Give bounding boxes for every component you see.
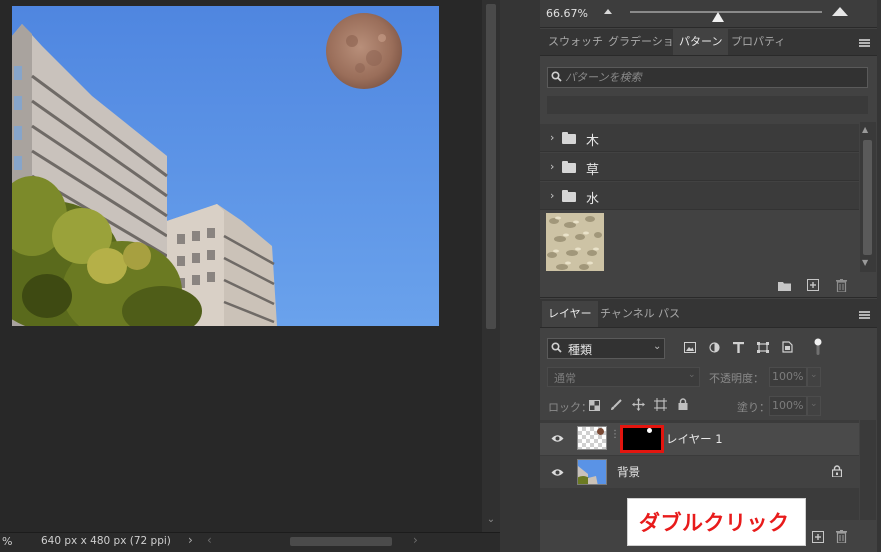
tab-patterns[interactable]: パターン xyxy=(673,29,729,55)
patterns-panel-menu-icon[interactable] xyxy=(859,39,870,47)
window-bottom-edge xyxy=(0,552,881,557)
fill-value[interactable]: 100% xyxy=(772,399,803,412)
chevron-right-icon[interactable]: › xyxy=(550,131,554,144)
fill-label: 塗り： xyxy=(737,401,770,414)
folder-icon xyxy=(562,161,576,173)
folder-name: 木 xyxy=(586,134,600,149)
lock-all-icon[interactable] xyxy=(678,398,688,410)
pattern-folder-wood[interactable]: › 木 xyxy=(540,124,859,152)
annotation-double-click-text: ダブルクリック xyxy=(639,511,790,535)
opacity-label: 不透明度： xyxy=(709,372,764,385)
search-icon xyxy=(551,71,562,82)
status-zoom[interactable]: % xyxy=(2,535,12,548)
folder-name: 水 xyxy=(586,192,600,207)
zoom-slider-handle[interactable] xyxy=(712,12,724,22)
panel-edge xyxy=(877,0,881,552)
document-image[interactable] xyxy=(12,6,439,326)
layers-list-scrollbar[interactable] xyxy=(860,420,876,520)
filter-toggle-switch-icon[interactable] xyxy=(814,338,822,355)
search-icon xyxy=(551,342,562,353)
lock-artboard-icon[interactable] xyxy=(654,398,667,411)
background-layer-thumbnail[interactable] xyxy=(577,459,607,485)
chevron-right-icon[interactable]: › xyxy=(550,189,554,202)
chevron-down-icon[interactable]: ⌄ xyxy=(810,399,818,409)
tab-layers[interactable]: レイヤー xyxy=(542,301,598,327)
zoom-slider-track[interactable] xyxy=(630,11,822,13)
layer-name[interactable]: レイヤー 1 xyxy=(666,431,723,447)
scroll-left-icon[interactable]: ‹ xyxy=(207,533,212,547)
lock-position-move-icon[interactable] xyxy=(632,398,645,411)
navigator-zoom-value[interactable]: 66.67% xyxy=(546,7,588,20)
canvas-horizontal-scroll-thumb[interactable] xyxy=(290,537,392,546)
canvas-vertical-scroll-thumb[interactable] xyxy=(486,4,496,329)
eye-visibility-icon[interactable] xyxy=(551,434,564,443)
patterns-panel-footer xyxy=(540,274,877,298)
eye-visibility-icon[interactable] xyxy=(551,468,564,477)
tab-properties[interactable]: プロパティ xyxy=(725,29,791,55)
pattern-recent-strip xyxy=(547,96,868,114)
adjustment-layer-filter-icon[interactable] xyxy=(709,342,720,353)
folder-icon xyxy=(562,132,576,144)
background-thumbnail-graphic xyxy=(578,460,606,484)
mask-link-chain-icon[interactable]: ⋮ xyxy=(610,429,620,440)
zoom-out-mountain-icon[interactable] xyxy=(604,9,612,14)
pattern-folder-grass[interactable]: › 草 xyxy=(540,153,859,181)
layer-name[interactable]: 背景 xyxy=(617,464,640,480)
folder-name: 草 xyxy=(586,163,600,178)
new-layer-plus-icon[interactable] xyxy=(812,531,824,543)
pattern-folder-list: › 木 › 草 › 水 xyxy=(540,122,859,210)
document-size-info: 640 px x 480 px (72 ppi) xyxy=(41,535,171,547)
pattern-search-input[interactable] xyxy=(565,68,865,87)
chevron-right-icon[interactable]: › xyxy=(550,160,554,173)
scroll-right-icon[interactable]: › xyxy=(413,533,418,547)
tab-paths[interactable]: パス xyxy=(652,301,686,327)
layers-panel-menu-icon[interactable] xyxy=(859,311,870,319)
scroll-down-icon[interactable]: ▼ xyxy=(862,258,868,267)
smart-object-filter-icon[interactable] xyxy=(782,341,793,353)
new-pattern-plus-icon[interactable] xyxy=(807,279,819,291)
trash-icon[interactable] xyxy=(836,279,847,292)
scroll-down-icon[interactable]: ⌄ xyxy=(484,514,498,528)
layer-mask-thumbnail-dot xyxy=(647,428,652,433)
layer-filter-label: 種類 xyxy=(568,343,593,357)
opacity-value[interactable]: 100% xyxy=(772,370,803,383)
pattern-folder-water[interactable]: › 水 xyxy=(540,182,859,210)
panel-gap xyxy=(500,0,540,552)
trash-icon[interactable] xyxy=(836,530,847,543)
chevron-down-icon[interactable]: ⌄ xyxy=(810,370,818,380)
chevron-down-icon[interactable]: ⌄ xyxy=(688,370,696,380)
pixel-layer-filter-icon[interactable] xyxy=(684,342,696,353)
lock-transparent-pixels-icon[interactable] xyxy=(589,400,600,411)
navigator-zoom-row xyxy=(540,0,877,28)
blend-mode-value: 通常 xyxy=(554,372,576,385)
pattern-swatch-texture[interactable] xyxy=(546,213,604,271)
folder-icon xyxy=(562,190,576,202)
type-layer-filter-icon[interactable] xyxy=(733,342,744,353)
background-lock-icon[interactable] xyxy=(832,465,842,477)
layer-1-thumbnail-moon xyxy=(597,428,604,435)
scroll-up-icon[interactable]: ▲ xyxy=(862,125,868,134)
tab-swatches[interactable]: スウォッチ xyxy=(542,29,609,55)
photo-scene xyxy=(12,6,439,326)
pattern-list-scroll-thumb[interactable] xyxy=(863,140,872,255)
shape-layer-filter-icon[interactable] xyxy=(757,342,769,353)
zoom-in-mountain-icon[interactable] xyxy=(832,7,848,16)
layer-filter-select[interactable] xyxy=(547,338,665,359)
new-group-folder-icon[interactable] xyxy=(778,280,791,291)
texture-pattern-graphic xyxy=(546,213,604,271)
tab-channels[interactable]: チャンネル xyxy=(594,301,661,327)
patterns-panel-tabs: スウォッチ グラデーション パターン プロパティ xyxy=(540,29,877,56)
lock-label: ロック： xyxy=(548,401,592,414)
layer-mask-thumbnail[interactable] xyxy=(620,425,664,453)
chevron-down-icon[interactable]: ⌄ xyxy=(653,341,661,352)
layers-panel-tabs: レイヤー チャンネル パス xyxy=(540,299,877,328)
lock-image-pixels-brush-icon[interactable] xyxy=(610,399,622,411)
status-menu-arrow-icon[interactable]: › xyxy=(188,533,193,547)
